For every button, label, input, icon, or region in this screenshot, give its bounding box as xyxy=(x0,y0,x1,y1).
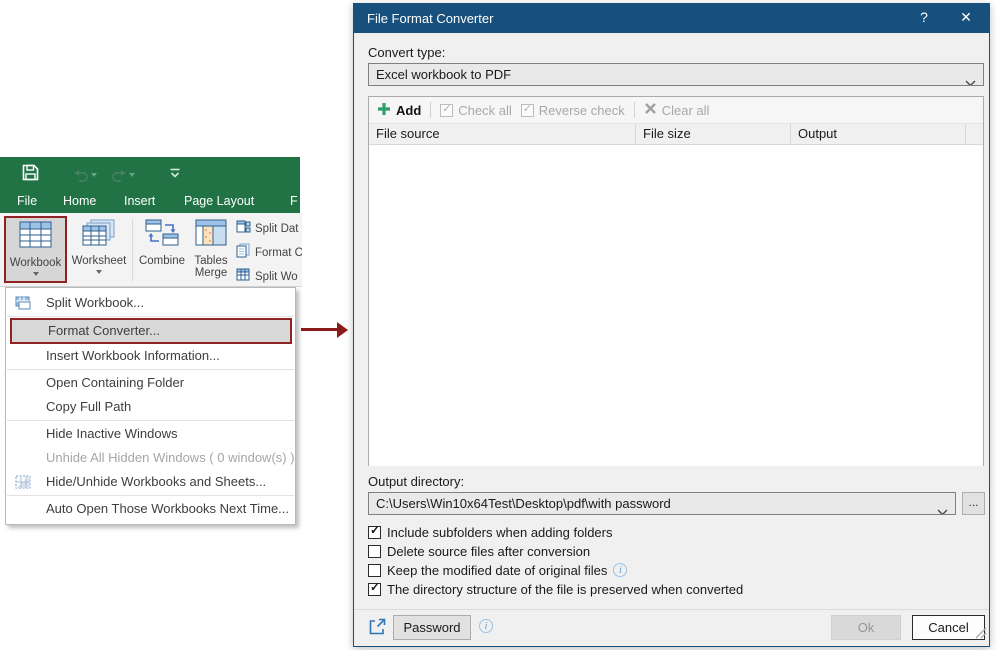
convert-type-combobox[interactable]: Excel workbook to PDF xyxy=(368,63,984,86)
info-icon xyxy=(613,563,627,577)
chevron-down-icon xyxy=(965,72,976,86)
ribbon-tab-bar: File Home Insert Page Layout F xyxy=(0,190,300,213)
option-include-subfolders[interactable]: Include subfolders when adding folders xyxy=(368,523,612,541)
undo-icon[interactable] xyxy=(73,169,97,182)
option-keep-modified-date[interactable]: Keep the modified date of original files xyxy=(368,561,627,579)
split-data-icon xyxy=(236,219,251,239)
ribbon-group-separator xyxy=(132,219,133,281)
menu-separator xyxy=(7,420,294,421)
worksheet-ribbon-button[interactable]: Worksheet xyxy=(70,216,128,283)
ok-button: Ok xyxy=(831,615,901,640)
split-data-ribbon-button[interactable]: Split Dat xyxy=(236,218,302,240)
menu-separator xyxy=(7,495,294,496)
dialog-title: File Format Converter xyxy=(367,11,493,26)
popout-icon[interactable] xyxy=(367,617,387,642)
resize-grip[interactable] xyxy=(975,626,987,644)
redo-icon[interactable] xyxy=(111,169,135,182)
menu-item-format-converter[interactable]: Format Converter... xyxy=(10,318,292,344)
tab-formulas-cut[interactable]: F xyxy=(290,190,298,213)
checkbox-preserve-directory-structure[interactable] xyxy=(368,583,381,596)
reverse-check-icon xyxy=(521,104,534,117)
column-header-file-size[interactable]: File size xyxy=(636,124,791,145)
clear-all-button: Clear all xyxy=(644,102,710,118)
file-list-toolbar: Add Check all Reverse check Clear all xyxy=(369,97,983,124)
checkbox-include-subfolders[interactable] xyxy=(368,526,381,539)
menu-separator xyxy=(7,316,294,317)
checkbox-keep-modified-date[interactable] xyxy=(368,564,381,577)
split-workbook-icon xyxy=(15,295,31,315)
check-all-button: Check all xyxy=(440,103,511,118)
undo-dropdown-icon[interactable] xyxy=(91,173,97,177)
worksheet-icon xyxy=(82,219,116,252)
format-converter-ribbon-button[interactable]: Format C xyxy=(236,242,302,264)
tab-page-layout[interactable]: Page Layout xyxy=(184,190,254,213)
menu-item-split-workbook[interactable]: Split Workbook... xyxy=(6,291,295,315)
checkbox-delete-source-files[interactable] xyxy=(368,545,381,558)
menu-item-insert-workbook-information[interactable]: Insert Workbook Information... xyxy=(6,344,295,368)
column-header-spacer xyxy=(966,124,983,145)
output-directory-combobox[interactable]: C:\Users\Win10x64Test\Desktop\pdf\with p… xyxy=(368,492,956,515)
chevron-down-icon xyxy=(937,501,948,515)
kutools-ribbon: Workbook Worksheet Combine xyxy=(0,213,302,287)
workbook-icon xyxy=(19,221,53,254)
menu-separator xyxy=(7,369,294,370)
workbook-ribbon-button[interactable]: Workbook xyxy=(4,216,67,283)
format-converter-icon xyxy=(236,243,251,263)
option-delete-source-files[interactable]: Delete source files after conversion xyxy=(368,542,590,560)
tab-insert[interactable]: Insert xyxy=(124,190,155,213)
combine-ribbon-button[interactable]: Combine xyxy=(138,216,186,283)
menu-item-hide-unhide-workbooks-sheets[interactable]: Hide/Unhide Workbooks and Sheets... xyxy=(6,470,295,494)
password-button[interactable]: Password xyxy=(393,615,471,640)
menu-item-auto-open-workbooks[interactable]: Auto Open Those Workbooks Next Time... xyxy=(6,497,295,521)
footer-divider xyxy=(354,609,989,610)
tables-merge-icon xyxy=(195,219,227,252)
menu-item-copy-full-path[interactable]: Copy Full Path xyxy=(6,395,295,419)
column-header-file-source[interactable]: File source xyxy=(369,124,636,145)
check-all-icon xyxy=(440,104,453,117)
tab-file[interactable]: File xyxy=(17,190,37,213)
file-list-empty-area xyxy=(369,145,983,466)
dialog-titlebar: File Format Converter ? ✕ xyxy=(354,4,989,33)
workbook-dropdown-menu: Split Workbook... Format Converter... In… xyxy=(5,287,296,525)
split-workbook-ribbon-button[interactable]: Split Wo xyxy=(236,266,302,287)
worksheet-dropdown-arrow-icon xyxy=(96,270,102,274)
column-header-output[interactable]: Output xyxy=(791,124,966,145)
excel-window: File Home Insert Page Layout F Workbook … xyxy=(0,157,302,517)
option-preserve-directory-structure[interactable]: The directory structure of the file is p… xyxy=(368,580,743,598)
clear-all-x-icon xyxy=(644,102,657,118)
tables-merge-ribbon-button[interactable]: Tables Merge xyxy=(188,216,234,283)
file-format-converter-dialog: File Format Converter ? ✕ Convert type: … xyxy=(353,3,990,647)
screenshot-canvas: File Home Insert Page Layout F Workbook … xyxy=(0,0,1000,650)
help-icon[interactable]: ? xyxy=(911,9,937,29)
hide-unhide-icon xyxy=(15,474,31,494)
quick-access-toolbar xyxy=(22,164,181,186)
menu-item-open-containing-folder[interactable]: Open Containing Folder xyxy=(6,371,295,395)
combine-icon xyxy=(145,219,179,252)
file-list-panel: Add Check all Reverse check Clear all xyxy=(368,96,984,466)
save-icon[interactable] xyxy=(22,164,39,186)
close-icon[interactable]: ✕ xyxy=(951,9,981,29)
excel-titlebar xyxy=(0,157,300,190)
split-workbook-small-icon xyxy=(236,267,251,287)
add-plus-icon xyxy=(377,102,391,119)
customize-quick-access-icon[interactable] xyxy=(169,166,181,184)
add-button[interactable]: Add xyxy=(377,102,421,119)
file-table-header: File source File size Output xyxy=(369,124,983,145)
redo-dropdown-icon[interactable] xyxy=(129,173,135,177)
flow-arrow xyxy=(301,322,349,338)
workbook-dropdown-arrow-icon xyxy=(33,272,39,276)
output-directory-label: Output directory: xyxy=(368,474,464,489)
menu-item-hide-inactive-windows[interactable]: Hide Inactive Windows xyxy=(6,422,295,446)
browse-button[interactable]: ... xyxy=(962,492,985,515)
password-info-icon xyxy=(479,619,493,633)
tab-home[interactable]: Home xyxy=(63,190,96,213)
reverse-check-button: Reverse check xyxy=(521,103,625,118)
menu-item-unhide-all-hidden-windows: Unhide All Hidden Windows ( 0 window(s) … xyxy=(6,446,295,470)
convert-type-label: Convert type: xyxy=(368,45,445,60)
